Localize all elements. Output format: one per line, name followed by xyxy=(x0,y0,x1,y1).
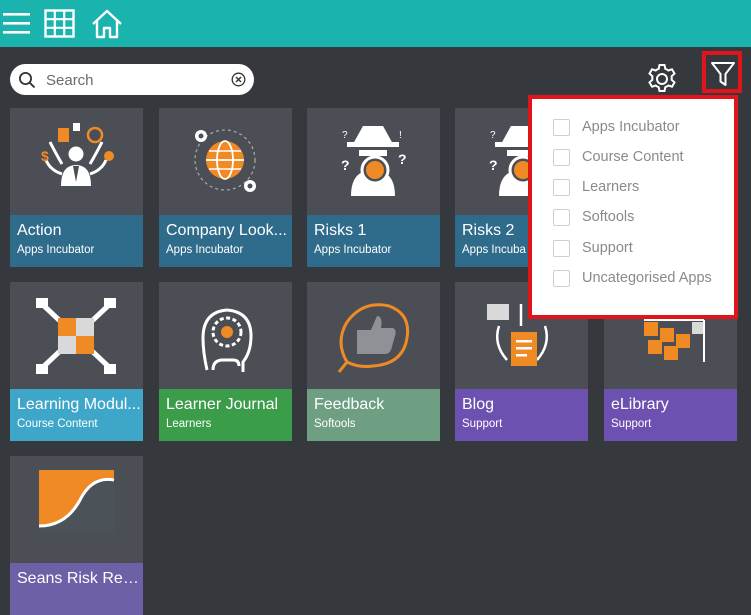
filter-option-label: Softools xyxy=(582,209,635,225)
app-logo-image xyxy=(38,470,115,532)
checkbox[interactable] xyxy=(553,240,570,257)
app-tile-feedback[interactable]: Feedback Softools xyxy=(307,282,440,441)
checkbox[interactable] xyxy=(553,209,570,226)
filter-option-label: Learners xyxy=(582,179,640,195)
filter-option-label: Course Content xyxy=(582,149,684,165)
tile-info-band: Feedback Softools xyxy=(307,389,440,441)
business-person-icon: $ xyxy=(41,123,114,186)
thumbs-up-speech-icon xyxy=(337,303,410,373)
svg-text:?: ? xyxy=(490,130,496,141)
tile-info-band: Risks 1 Apps Incubator xyxy=(307,215,440,267)
top-bar xyxy=(0,0,751,47)
svg-text:!: ! xyxy=(399,130,402,141)
checkbox[interactable] xyxy=(553,149,570,166)
svg-text:?: ? xyxy=(342,130,348,141)
tile-title: Learning Modul... xyxy=(17,396,141,413)
app-tile-action[interactable]: $ Action Apps Incubator xyxy=(10,108,143,267)
tile-category: Apps Incubator xyxy=(17,244,95,256)
filter-option-label: Apps Incubator xyxy=(582,119,680,135)
tile-category: Course Content xyxy=(17,418,98,430)
tile-info-band: Blog Support xyxy=(455,389,588,441)
detective-magnifier-icon: ? ? ? ! xyxy=(341,126,407,196)
search-box xyxy=(10,64,254,95)
search-icon xyxy=(19,72,36,89)
tile-category: Softools xyxy=(314,418,356,430)
svg-text:$: $ xyxy=(41,148,49,164)
tile-title: Risks 1 xyxy=(314,222,367,239)
tile-title: Learner Journal xyxy=(166,396,279,413)
tile-title: Company Look... xyxy=(166,222,287,239)
tile-info-band: Company Look... Apps Incubator xyxy=(159,215,292,267)
globe-network-icon xyxy=(194,129,256,192)
head-gear-icon xyxy=(201,308,253,372)
checkbox[interactable] xyxy=(553,270,570,287)
tile-category: Support xyxy=(611,418,652,430)
checkbox[interactable] xyxy=(553,179,570,196)
app-tile-seans-risk-register[interactable]: Seans Risk Regi... xyxy=(10,456,143,615)
checkbox[interactable] xyxy=(553,119,570,136)
grid-view-icon[interactable] xyxy=(44,9,75,38)
app-tile-company-lookup[interactable]: Company Look... Apps Incubator xyxy=(159,108,292,267)
filter-button[interactable] xyxy=(702,51,742,93)
tile-title: eLibrary xyxy=(611,396,669,413)
category-filter-dropdown: Apps Incubator Course Content Learners S… xyxy=(528,95,738,319)
app-tile-learning-modules[interactable]: Learning Modul... Course Content xyxy=(10,282,143,441)
svg-text:?: ? xyxy=(489,157,498,173)
tile-title: Seans Risk Regi... xyxy=(17,570,141,587)
tile-title: Blog xyxy=(462,396,495,413)
tile-category: Apps Incubator xyxy=(314,244,392,256)
tile-info-band: eLibrary Support xyxy=(604,389,737,441)
tile-info-band: Learning Modul... Course Content xyxy=(10,389,143,441)
clear-search-icon[interactable] xyxy=(231,72,246,87)
tile-category: Apps Incubator xyxy=(166,244,244,256)
puzzle-tools-icon xyxy=(36,298,116,374)
tile-category: Learners xyxy=(166,418,212,430)
tile-title: Feedback xyxy=(314,396,385,413)
app-tile-risks-1[interactable]: ? ? ? ! Risks 1 Apps Incubator xyxy=(307,108,440,267)
tile-title: Action xyxy=(17,222,62,239)
filter-option-label: Support xyxy=(582,240,633,256)
tile-info-band: Action Apps Incubator xyxy=(10,215,143,267)
settings-gear-icon[interactable] xyxy=(646,63,678,95)
app-tile-learner-journal[interactable]: Learner Journal Learners xyxy=(159,282,292,441)
filter-option-label: Uncategorised Apps xyxy=(582,270,712,286)
tile-category: Support xyxy=(462,418,503,430)
search-input[interactable] xyxy=(44,68,228,93)
filter-funnel-icon xyxy=(711,62,735,86)
tile-info-band: Seans Risk Regi... xyxy=(10,563,143,615)
home-icon[interactable] xyxy=(91,9,123,39)
svg-text:?: ? xyxy=(398,151,407,167)
svg-text:?: ? xyxy=(341,157,350,173)
hamburger-menu-icon[interactable] xyxy=(2,9,32,37)
tile-info-band: Learner Journal Learners xyxy=(159,389,292,441)
